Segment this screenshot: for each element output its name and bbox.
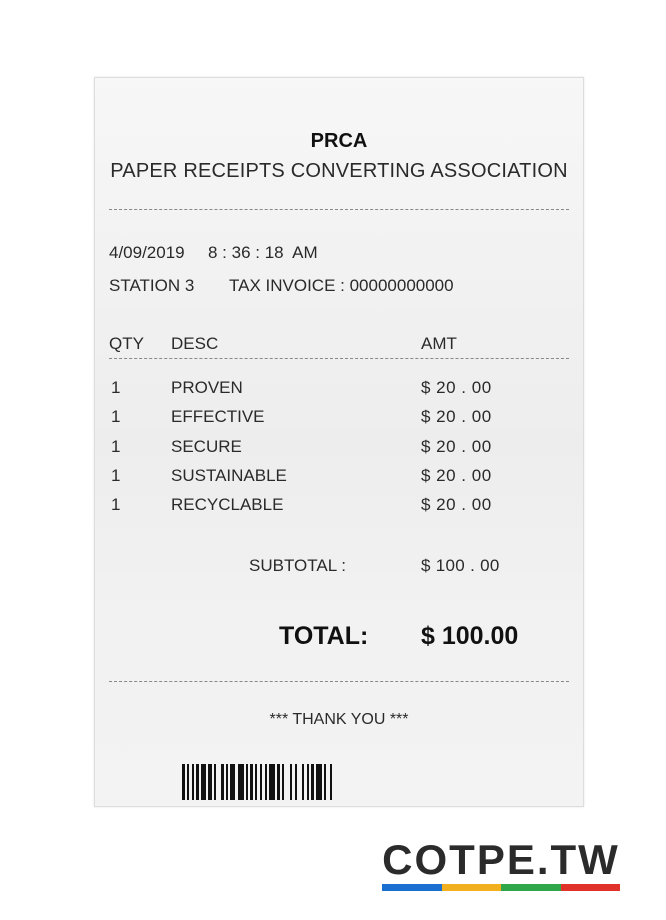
- subtotal-value: $ 100 . 00: [421, 556, 500, 575]
- item-desc: SECURE: [171, 437, 242, 456]
- receipt-date: 4/09/2019: [109, 243, 185, 262]
- barcode-bar: [238, 764, 244, 800]
- org-full-name: PAPER RECEIPTS CONVERTING ASSOCIATION: [110, 160, 568, 182]
- item-amt: $ 20 . 00: [421, 466, 492, 485]
- barcode-bar: [201, 764, 206, 800]
- tax-invoice: TAX INVOICE : 00000000000: [229, 276, 454, 295]
- watermark-color-segment: [560, 884, 620, 891]
- receipt: PRCA PAPER RECEIPTS CONVERTING ASSOCIATI…: [94, 77, 584, 807]
- item-amt: $ 20 . 00: [421, 407, 492, 426]
- barcode-bar: [265, 764, 267, 800]
- barcode-bar: [260, 764, 262, 800]
- column-header-desc: DESC: [171, 334, 219, 353]
- divider: [109, 358, 569, 359]
- barcode-bar: [250, 764, 253, 800]
- item-qty: 1: [111, 378, 121, 397]
- column-header-amt: AMT: [421, 334, 457, 353]
- item-amt: $ 20 . 00: [421, 437, 492, 456]
- barcode-bar: [295, 764, 297, 800]
- station-label: STATION 3: [109, 276, 195, 295]
- barcode-bar: [187, 764, 189, 800]
- divider: [109, 681, 569, 682]
- subtotal-label: SUBTOTAL :: [249, 556, 346, 575]
- receipt-time: 8 : 36 : 18 AM: [208, 243, 318, 262]
- watermark-text: COTPE.TW: [382, 836, 620, 883]
- watermark-logo: COTPE.TW: [380, 838, 622, 894]
- barcode-bar: [208, 764, 212, 800]
- barcode-bar: [316, 764, 322, 800]
- item-amt: $ 20 . 00: [421, 378, 492, 397]
- barcode-bar: [226, 764, 228, 800]
- item-desc: EFFECTIVE: [171, 407, 265, 426]
- total-value: $ 100.00: [421, 622, 519, 650]
- item-qty: 1: [111, 495, 121, 514]
- watermark-color-segment: [501, 884, 561, 891]
- barcode-bar: [230, 764, 235, 800]
- org-short-name: PRCA: [310, 130, 368, 152]
- barcode-bar: [246, 764, 248, 800]
- barcode-bar: [221, 764, 224, 800]
- watermark-color-segment: [382, 884, 442, 891]
- item-desc: RECYCLABLE: [171, 495, 284, 514]
- divider: [109, 209, 569, 210]
- thank-you-message: *** THANK YOU ***: [269, 711, 409, 728]
- barcode-bar: [282, 764, 284, 800]
- barcode-bar: [192, 764, 194, 800]
- item-qty: 1: [111, 466, 121, 485]
- item-qty: 1: [111, 407, 121, 426]
- column-header-qty: QTY: [109, 334, 144, 353]
- watermark-color-segment: [441, 884, 501, 891]
- item-desc: PROVEN: [171, 378, 243, 397]
- item-desc: SUSTAINABLE: [171, 466, 287, 485]
- barcode-bar: [196, 764, 199, 800]
- barcode-bar: [214, 764, 216, 800]
- barcode-icon: [182, 764, 332, 800]
- barcode-bar: [269, 764, 275, 800]
- watermark-color-bar: [382, 884, 620, 891]
- item-amt: $ 20 . 00: [421, 495, 492, 514]
- barcode-bar: [311, 764, 314, 800]
- barcode-bar: [255, 764, 257, 800]
- total-label: TOTAL:: [279, 622, 369, 650]
- barcode-bar: [307, 764, 309, 800]
- barcode-bar: [182, 764, 185, 800]
- barcode-bar: [302, 764, 304, 800]
- barcode-bar: [277, 764, 280, 800]
- barcode-bar: [290, 764, 292, 800]
- barcode-bar: [324, 764, 326, 800]
- item-qty: 1: [111, 437, 121, 456]
- barcode-bar: [330, 764, 332, 800]
